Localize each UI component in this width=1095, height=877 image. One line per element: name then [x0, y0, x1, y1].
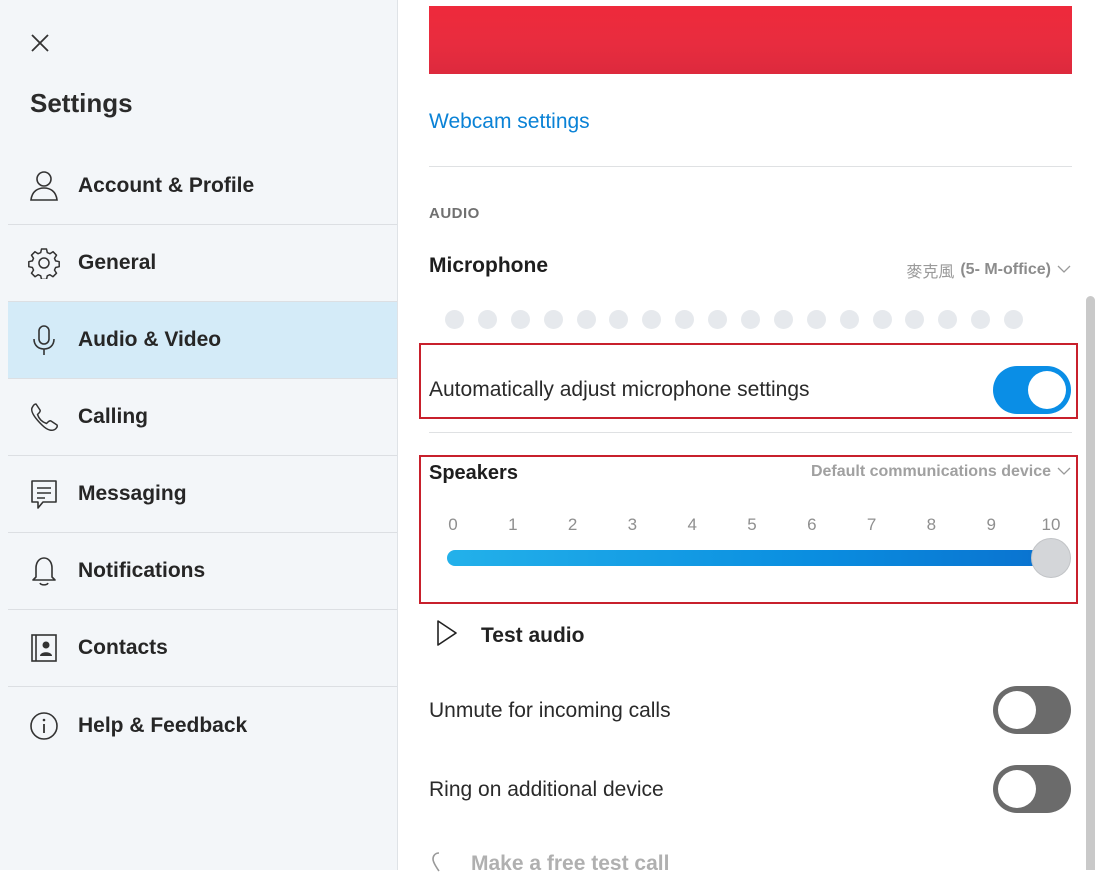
- level-dot: [872, 310, 892, 329]
- microphone-icon: [28, 324, 60, 356]
- free-test-call-label: Make a free test call: [471, 852, 670, 875]
- sidebar-item-audio-video[interactable]: Audio & Video: [8, 302, 397, 379]
- sidebar-item-label: Help & Feedback: [78, 713, 248, 737]
- toggle-knob: [998, 770, 1036, 808]
- sidebar-item-label: Audio & Video: [78, 328, 222, 351]
- message-icon: [28, 478, 60, 510]
- level-dot: [971, 310, 991, 329]
- sidebar-item-help-feedback[interactable]: Help & Feedback: [8, 687, 397, 764]
- webcam-settings-link[interactable]: Webcam settings: [429, 110, 590, 134]
- sidebar-item-calling[interactable]: Calling: [8, 379, 397, 456]
- close-icon[interactable]: [28, 31, 52, 55]
- sidebar-item-label: Account & Profile: [78, 174, 255, 197]
- sidebar-item-label: Messaging: [78, 482, 187, 505]
- ring-additional-device-toggle[interactable]: [993, 765, 1071, 813]
- level-dot: [708, 310, 728, 329]
- sidebar-item-notifications[interactable]: Notifications: [8, 533, 397, 610]
- webcam-preview: [429, 6, 1072, 74]
- sidebar-item-label: Contacts: [78, 636, 168, 659]
- sidebar-item-messaging[interactable]: Messaging: [8, 456, 397, 533]
- highlight-box-speakers: [419, 455, 1078, 604]
- scrollbar[interactable]: [1086, 296, 1095, 870]
- level-dot: [477, 310, 497, 329]
- gear-icon: [28, 247, 60, 279]
- phone-pin-icon: [431, 852, 447, 877]
- toggle-knob: [998, 691, 1036, 729]
- level-dot: [445, 310, 464, 329]
- unmute-incoming-toggle[interactable]: [993, 686, 1071, 734]
- divider: [429, 166, 1072, 167]
- settings-nav: Account & Profile General Audio & Video …: [8, 148, 397, 764]
- level-dot: [806, 310, 826, 329]
- play-icon: [435, 618, 459, 653]
- sidebar-item-label: General: [78, 251, 157, 274]
- level-dot: [675, 310, 695, 329]
- settings-title: Settings: [30, 88, 133, 118]
- test-audio-label: Test audio: [481, 623, 585, 647]
- level-dot: [905, 310, 925, 329]
- audio-video-panel: Webcam settings AUDIO Microphone 麥克風 (5-…: [399, 0, 1095, 875]
- info-icon: [28, 710, 60, 742]
- level-dot: [543, 310, 563, 329]
- sidebar-item-account-profile[interactable]: Account & Profile: [8, 148, 397, 225]
- microphone-device-dropdown[interactable]: 麥克風 (5- M-office): [906, 258, 1071, 282]
- sidebar-item-label: Calling: [78, 405, 149, 428]
- microphone-label: Microphone: [429, 254, 548, 277]
- level-dot: [642, 310, 662, 329]
- test-audio-button[interactable]: Test audio: [435, 618, 584, 653]
- free-test-call-button[interactable]: Make a free test call: [431, 852, 669, 877]
- sidebar-item-general[interactable]: General: [8, 225, 397, 302]
- contacts-icon: [28, 632, 60, 664]
- level-dot: [609, 310, 629, 329]
- sidebar-item-label: Notifications: [78, 559, 206, 582]
- chevron-down-icon: [1057, 261, 1071, 279]
- level-dot: [938, 310, 958, 329]
- sidebar-item-contacts[interactable]: Contacts: [8, 610, 397, 687]
- highlight-box-auto-adjust: [419, 343, 1078, 419]
- level-dot: [1004, 310, 1024, 329]
- level-dot: [839, 310, 859, 329]
- level-dot: [773, 310, 793, 329]
- settings-sidebar: Settings Account & Profile General Audio…: [0, 0, 398, 870]
- phone-icon: [28, 401, 60, 433]
- microphone-level-meter: [445, 310, 1024, 329]
- divider: [429, 432, 1072, 433]
- level-dot: [741, 310, 761, 329]
- ring-additional-device-label: Ring on additional device: [429, 778, 664, 801]
- level-dot: [510, 310, 530, 329]
- unmute-incoming-label: Unmute for incoming calls: [429, 699, 671, 722]
- bell-icon: [28, 555, 60, 587]
- microphone-device-prefix: 麥克風: [906, 264, 955, 281]
- person-icon: [28, 170, 60, 202]
- audio-section-heading: AUDIO: [429, 205, 480, 222]
- level-dot: [576, 310, 596, 329]
- microphone-device-name: (5- M-office): [960, 261, 1051, 278]
